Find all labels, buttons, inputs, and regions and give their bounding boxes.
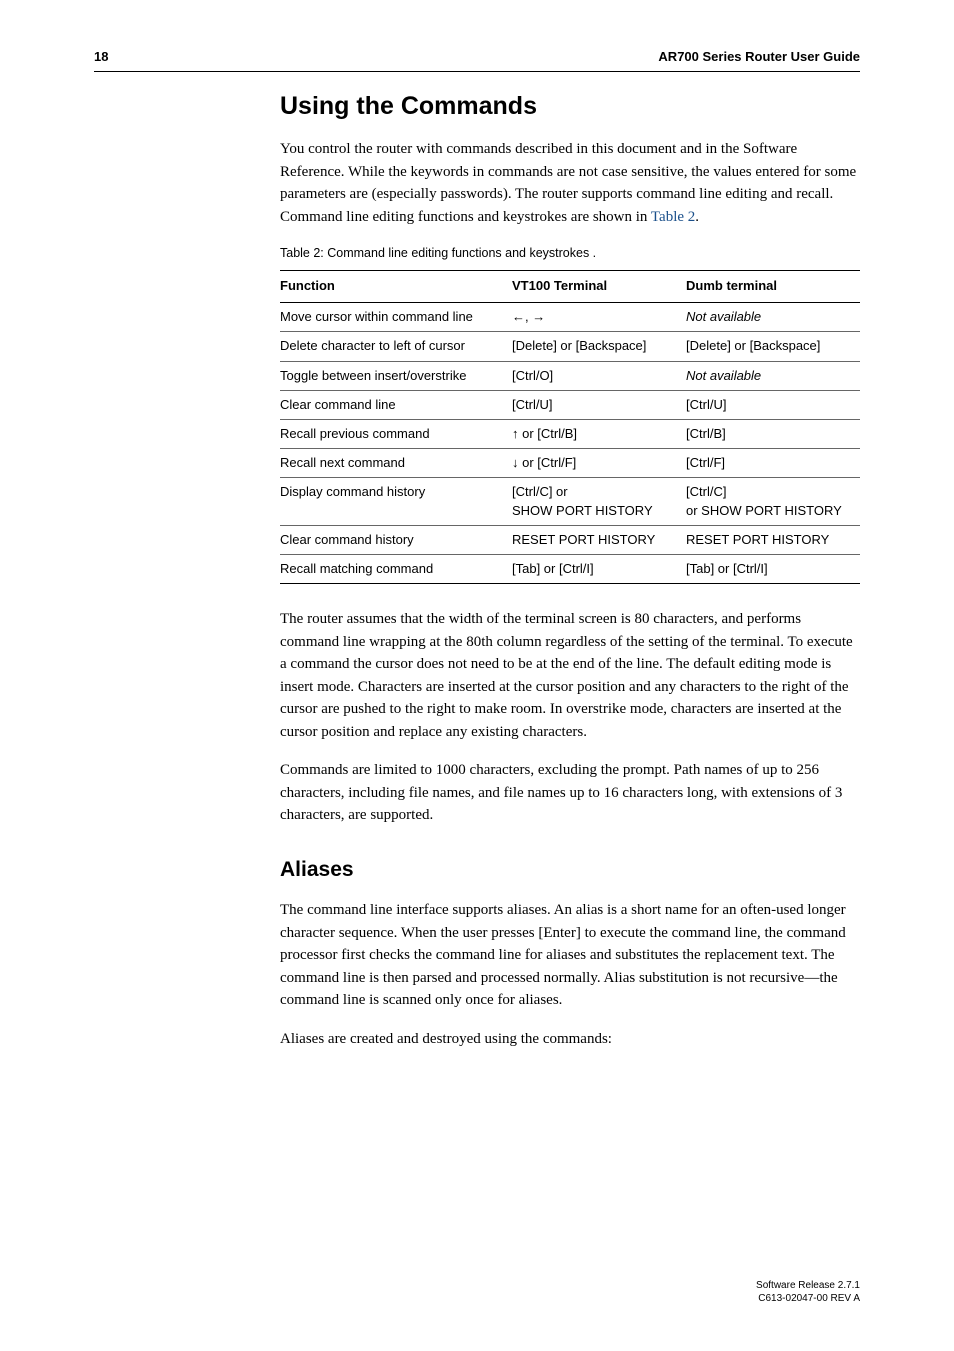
terminal-width-paragraph: The router assumes that the width of the…	[280, 608, 860, 743]
main-content: Using the Commands You control the route…	[280, 88, 860, 1066]
table-cell-vt100: ↑ or [Ctrl/B]	[512, 419, 686, 448]
table-row: Recall previous command↑ or [Ctrl/B][Ctr…	[280, 419, 860, 448]
table-cell-dumb: [Ctrl/C] or SHOW PORT HISTORY	[686, 478, 860, 525]
aliases-intro-paragraph: The command line interface supports alia…	[280, 899, 860, 1012]
command-limits-paragraph: Commands are limited to 1000 characters,…	[280, 759, 860, 827]
table-cell-vt100: [Ctrl/U]	[512, 390, 686, 419]
table-header-dumb: Dumb terminal	[686, 271, 860, 303]
table-cell-function: Recall next command	[280, 449, 512, 478]
table-cell-vt100: ↓ or [Ctrl/F]	[512, 449, 686, 478]
table-cell-vt100: [Ctrl/O]	[512, 361, 686, 390]
table-cell-dumb: Not available	[686, 361, 860, 390]
table-header-row: Function VT100 Terminal Dumb terminal	[280, 271, 860, 303]
table-cell-function: Recall previous command	[280, 419, 512, 448]
section-heading: Using the Commands	[280, 88, 860, 124]
table-row: Move cursor within command line←, →Not a…	[280, 303, 860, 332]
table-header-function: Function	[280, 271, 512, 303]
table-cell-vt100: RESET PORT HISTORY	[512, 525, 686, 554]
table-cell-dumb: [Ctrl/B]	[686, 419, 860, 448]
table-cell-function: Delete character to left of cursor	[280, 332, 512, 361]
aliases-commands-paragraph: Aliases are created and destroyed using …	[280, 1028, 860, 1051]
command-editing-table: Function VT100 Terminal Dumb terminal Mo…	[280, 270, 860, 584]
table-cell-vt100: [Ctrl/C] or SHOW PORT HISTORY	[512, 478, 686, 525]
table-cell-dumb: [Delete] or [Backspace]	[686, 332, 860, 361]
table-cell-function: Recall matching command	[280, 554, 512, 583]
table-cell-dumb: RESET PORT HISTORY	[686, 525, 860, 554]
table-cell-function: Clear command line	[280, 390, 512, 419]
table-cell-vt100: ←, →	[512, 303, 686, 332]
footer-release: Software Release 2.7.1	[756, 1279, 860, 1292]
table-cell-function: Display command history	[280, 478, 512, 525]
table-cell-vt100: [Delete] or [Backspace]	[512, 332, 686, 361]
table-row: Recall matching command[Tab] or [Ctrl/I]…	[280, 554, 860, 583]
table-reference-link[interactable]: Table 2	[651, 209, 695, 225]
table-header-vt100: VT100 Terminal	[512, 271, 686, 303]
table-row: Recall next command↓ or [Ctrl/F][Ctrl/F]	[280, 449, 860, 478]
page-header: 18 AR700 Series Router User Guide	[94, 48, 860, 72]
table-cell-function: Toggle between insert/overstrike	[280, 361, 512, 390]
intro-text: You control the router with commands des…	[280, 141, 856, 225]
footer-docnum: C613-02047-00 REV A	[756, 1292, 860, 1305]
table-cell-vt100: [Tab] or [Ctrl/I]	[512, 554, 686, 583]
document-title: AR700 Series Router User Guide	[658, 48, 860, 67]
table-cell-dumb: [Ctrl/U]	[686, 390, 860, 419]
table-caption: Table 2: Command line editing functions …	[280, 244, 860, 262]
table-row: Clear command line[Ctrl/U][Ctrl/U]	[280, 390, 860, 419]
table-row: Clear command historyRESET PORT HISTORYR…	[280, 525, 860, 554]
table-row: Display command history[Ctrl/C] or SHOW …	[280, 478, 860, 525]
table-cell-dumb: [Tab] or [Ctrl/I]	[686, 554, 860, 583]
table-row: Delete character to left of cursor[Delet…	[280, 332, 860, 361]
page-footer: Software Release 2.7.1 C613-02047-00 REV…	[756, 1279, 860, 1305]
table-cell-function: Move cursor within command line	[280, 303, 512, 332]
table-cell-function: Clear command history	[280, 525, 512, 554]
table-cell-dumb: Not available	[686, 303, 860, 332]
table-row: Toggle between insert/overstrike[Ctrl/O]…	[280, 361, 860, 390]
table-cell-dumb: [Ctrl/F]	[686, 449, 860, 478]
intro-paragraph: You control the router with commands des…	[280, 138, 860, 228]
page-number: 18	[94, 48, 108, 67]
subsection-heading: Aliases	[280, 855, 860, 885]
intro-text-after: .	[695, 209, 699, 225]
